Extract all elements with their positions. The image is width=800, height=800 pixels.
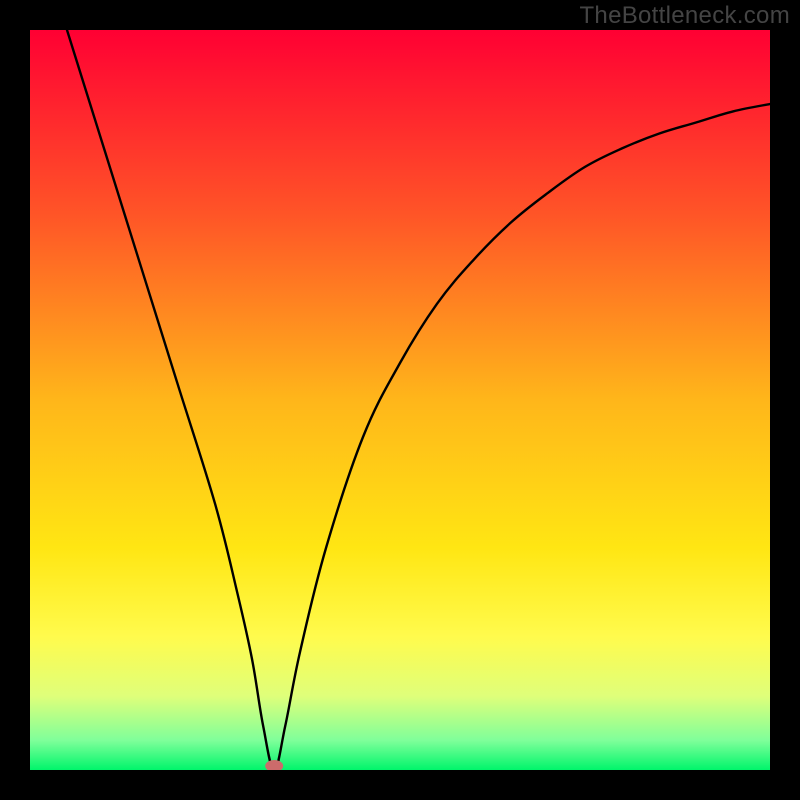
minimum-marker <box>265 760 283 770</box>
watermark-text: TheBottleneck.com <box>579 2 790 30</box>
curve-layer <box>30 30 770 770</box>
bottleneck-curve <box>67 30 770 770</box>
chart-frame: TheBottleneck.com <box>0 0 800 800</box>
plot-area <box>30 30 770 770</box>
